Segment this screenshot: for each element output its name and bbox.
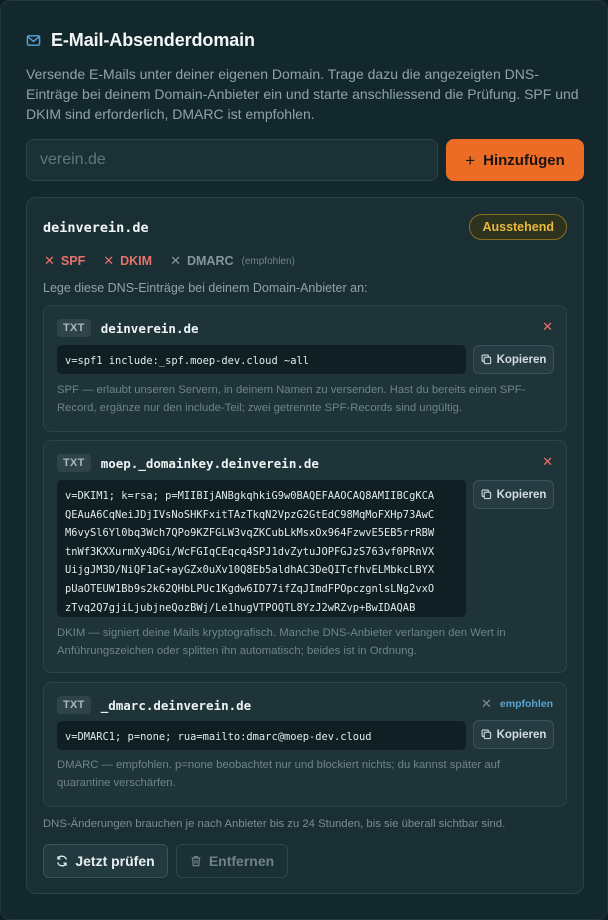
cross-icon: ✕ bbox=[542, 319, 553, 334]
record-status: ✕ bbox=[542, 319, 553, 335]
record-host: _dmarc.deinverein.de bbox=[100, 697, 252, 713]
propagation-note: DNS-Änderungen brauchen je nach Anbieter… bbox=[43, 818, 506, 830]
copy-button[interactable]: Kopieren bbox=[473, 345, 554, 374]
remove-domain-button[interactable]: Entfernen bbox=[176, 844, 288, 878]
record-note: SPF — erlaubt unseren Servern, in deinem… bbox=[57, 384, 526, 414]
check-spf: ✕ SPF bbox=[44, 253, 85, 269]
status-badge: Ausstehend bbox=[469, 214, 567, 240]
domain-card: deinverein.de Ausstehend ✕ SPF ✕ DKIM ✕ … bbox=[26, 197, 584, 894]
email-domain-panel: E-Mail-Absenderdomain Versende E-Mails u… bbox=[0, 0, 608, 920]
check-label: SPF bbox=[60, 254, 86, 268]
record-value[interactable]: v=DMARC1; p=none; rua=mailto:dmarc@moep-… bbox=[57, 721, 466, 750]
copy-label: Kopieren bbox=[496, 353, 547, 366]
copy-button[interactable]: Kopieren bbox=[473, 720, 554, 749]
dns-record-dmarc: TXT _dmarc.deinverein.de ✕ empfohlen v=D… bbox=[43, 682, 567, 807]
copy-button[interactable]: Kopieren bbox=[473, 480, 554, 509]
cross-icon: ✕ bbox=[44, 253, 55, 268]
check-now-label: Jetzt prüfen bbox=[75, 853, 155, 869]
add-domain-button[interactable]: + Hinzufügen bbox=[446, 139, 584, 181]
record-host: moep._domainkey.deinverein.de bbox=[100, 455, 319, 471]
record-note: DMARC — empfohlen. p=none beobachtet nur… bbox=[57, 759, 501, 789]
trash-icon bbox=[191, 856, 201, 867]
page-title: E-Mail-Absenderdomain bbox=[51, 30, 255, 50]
record-header: TXT _dmarc.deinverein.de bbox=[57, 696, 251, 714]
remove-label: Entfernen bbox=[208, 853, 275, 869]
dns-hint: Lege diese DNS-Einträge bei deinem Domai… bbox=[43, 281, 368, 295]
copy-label: Kopieren bbox=[496, 728, 547, 741]
plus-icon: + bbox=[465, 150, 476, 170]
copy-label: Kopieren bbox=[496, 488, 547, 501]
add-domain-label: Hinzufügen bbox=[483, 151, 565, 169]
check-now-button[interactable]: Jetzt prüfen bbox=[43, 844, 168, 878]
record-note: DKIM — signiert deine Mails kryptografis… bbox=[57, 627, 506, 657]
copy-icon bbox=[481, 354, 491, 365]
dns-record-dkim: TXT moep._domainkey.deinverein.de ✕ v=DK… bbox=[43, 440, 567, 673]
cross-icon: ✕ bbox=[542, 454, 553, 469]
record-header: TXT deinverein.de bbox=[57, 319, 199, 337]
page-description: Versende E-Mails unter deiner eigenen Do… bbox=[26, 66, 579, 122]
record-header: TXT moep._domainkey.deinverein.de bbox=[57, 454, 319, 472]
optional-label: (empfohlen) bbox=[241, 255, 295, 267]
check-dkim: ✕ DKIM bbox=[103, 253, 152, 269]
check-label: DMARC bbox=[186, 254, 234, 268]
cross-icon: ✕ bbox=[481, 696, 492, 711]
cross-icon: ✕ bbox=[103, 253, 115, 268]
check-label: DKIM bbox=[120, 254, 153, 268]
check-dmarc: ✕ DMARC (empfohlen) bbox=[170, 253, 295, 269]
record-type-tag: TXT bbox=[57, 319, 91, 337]
record-status: ✕ empfohlen bbox=[481, 696, 553, 712]
record-status: ✕ bbox=[542, 454, 553, 470]
dns-record-spf: TXT deinverein.de ✕ v=spf1 include:_spf.… bbox=[43, 305, 567, 432]
mail-icon bbox=[26, 35, 41, 46]
domain-name: deinverein.de bbox=[43, 220, 149, 236]
copy-icon bbox=[481, 729, 491, 740]
record-host: deinverein.de bbox=[100, 320, 199, 336]
cross-icon: ✕ bbox=[170, 253, 181, 268]
copy-icon bbox=[481, 489, 491, 500]
domain-input[interactable] bbox=[26, 139, 438, 181]
record-type-tag: TXT bbox=[57, 696, 91, 714]
refresh-icon bbox=[57, 855, 68, 867]
record-value[interactable]: v=DKIM1; k=rsa; p=MIIBIjANBgkqhkiG9w0BAQ… bbox=[57, 480, 466, 617]
check-status-list: ✕ SPF ✕ DKIM ✕ DMARC (empfohlen) bbox=[44, 253, 295, 269]
optional-label: empfohlen bbox=[499, 698, 553, 710]
record-value[interactable]: v=spf1 include:_spf.moep-dev.cloud ~all bbox=[57, 345, 466, 374]
record-type-tag: TXT bbox=[57, 454, 91, 472]
panel-header: E-Mail-Absenderdomain bbox=[26, 30, 255, 51]
